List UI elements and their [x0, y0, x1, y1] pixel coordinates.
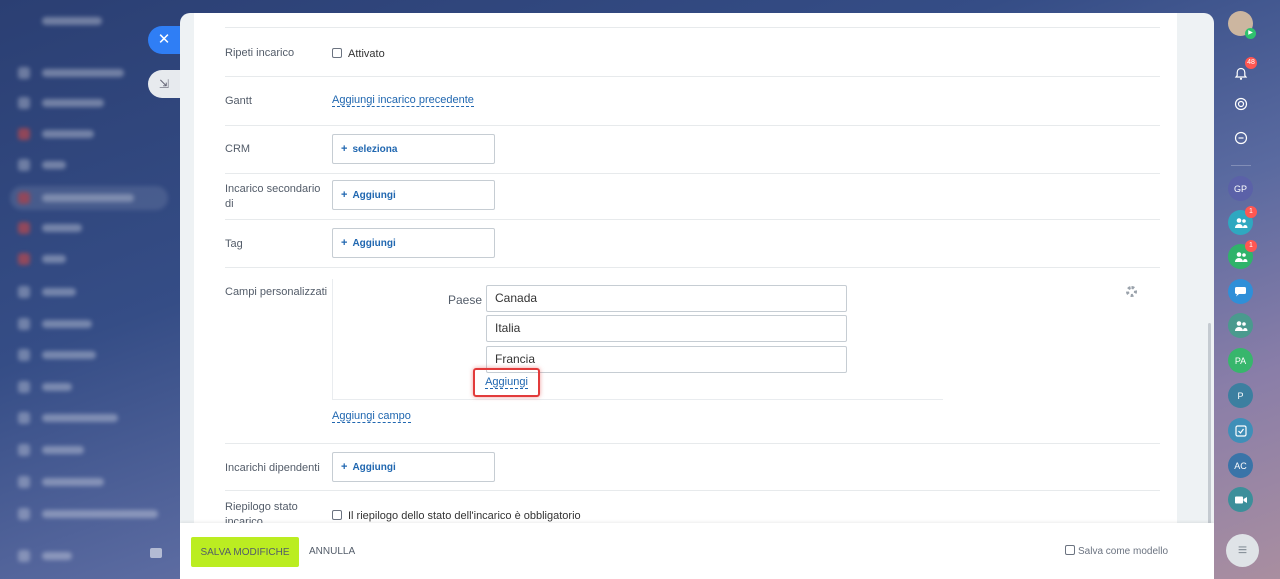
avatar-ac[interactable]: AC — [1228, 453, 1253, 478]
save-button[interactable]: SALVA MODIFICHE — [191, 537, 299, 567]
task-edit-panel: Ripeti incarico Attivato Gantt Aggiungi … — [180, 13, 1214, 579]
gantt-label: Gantt — [225, 95, 252, 107]
group1-badge: 1 — [1245, 206, 1257, 218]
save-template-checkbox-box[interactable] — [1065, 545, 1075, 555]
repeat-checkbox[interactable]: Attivato — [332, 46, 385, 60]
plus-icon: + — [341, 143, 348, 155]
tag-add-button[interactable]: + Aggiungi — [332, 228, 495, 258]
plus-icon: + — [341, 189, 348, 201]
row-gantt: Gantt Aggiungi incarico precedente — [225, 77, 1160, 126]
row-dependent: Incarichi dipendenti + Aggiungi — [225, 444, 1160, 491]
custom-fields-label: Campi personalizzati — [225, 286, 328, 298]
task-form: Ripeti incarico Attivato Gantt Aggiungi … — [194, 13, 1177, 523]
subtask-add-label: Aggiungi — [352, 189, 396, 201]
minimize-button[interactable]: ⇲ — [148, 70, 180, 98]
pulse-icon[interactable] — [1228, 91, 1253, 116]
tag-label: Tag — [225, 238, 243, 250]
top-divider — [225, 13, 1160, 28]
row-crm: CRM + seleziona — [225, 126, 1160, 174]
row-subtask: Incarico secondario di + Aggiungi — [225, 174, 1160, 220]
chat-icon[interactable] — [1228, 279, 1253, 304]
row-summary: Riepilogo stato incarico Il riepilogo de… — [225, 491, 1160, 523]
dependent-add-label: Aggiungi — [352, 461, 396, 473]
dependent-label: Incarichi dipendenti — [225, 462, 320, 474]
avatar-initials: GP — [1233, 183, 1247, 194]
group-chat-icon[interactable] — [1228, 313, 1253, 338]
scrollbar[interactable] — [1208, 323, 1211, 551]
task-chat-icon[interactable] — [1228, 418, 1253, 443]
save-template-checkbox[interactable]: Salva come modello — [1065, 545, 1168, 557]
bell-icon[interactable]: 48 — [1228, 57, 1257, 86]
play-icon: ▶ — [1245, 28, 1256, 39]
print-icon[interactable] — [150, 548, 162, 558]
add-previous-task-link[interactable]: Aggiungi incarico precedente — [332, 94, 474, 107]
search-chat-icon[interactable] — [1228, 125, 1253, 150]
country-value-input[interactable]: Francia — [486, 346, 847, 373]
summary-checkbox-box[interactable] — [332, 510, 342, 520]
save-template-label: Salva come modello — [1078, 546, 1169, 557]
subtask-label: Incarico secondario di — [225, 183, 321, 210]
crm-select-label: seleziona — [352, 143, 398, 155]
separator — [1231, 165, 1251, 166]
add-value-link[interactable]: Aggiungi — [485, 376, 528, 389]
group-chat-icon[interactable]: 1 — [1228, 206, 1257, 235]
cancel-button[interactable]: ANNULLA — [309, 546, 355, 557]
crm-label: CRM — [225, 143, 251, 155]
avatar-initials: P — [1237, 390, 1244, 401]
country-value-input[interactable]: Canada — [486, 285, 847, 312]
dependent-add-button[interactable]: + Aggiungi — [332, 452, 495, 482]
country-field-label: Paese — [448, 293, 483, 307]
right-bar: ▶ 48 GP 1 1 PA P AC — [1215, 0, 1280, 579]
add-field-link[interactable]: Aggiungi campo — [332, 410, 411, 423]
close-icon: ✕ — [157, 31, 171, 48]
footer-bar: SALVA MODIFICHE ANNULLA Salva come model… — [180, 523, 1214, 579]
tag-add-label: Aggiungi — [352, 237, 396, 249]
avatar-initials: AC — [1234, 460, 1247, 471]
row-tag: Tag + Aggiungi — [225, 220, 1160, 268]
avatar-initials: PA — [1234, 355, 1247, 366]
menu-icon[interactable]: ≡ — [1226, 534, 1259, 567]
plus-icon: + — [341, 237, 348, 249]
gear-icon[interactable] — [1126, 286, 1137, 297]
summary-checkbox[interactable]: Il riepilogo dello stato dell'incarico è… — [332, 508, 581, 522]
country-value-input[interactable]: Italia — [486, 315, 847, 342]
subtask-add-button[interactable]: + Aggiungi — [332, 180, 495, 210]
avatar-p[interactable]: P — [1228, 383, 1253, 408]
notifications-badge: 48 — [1245, 57, 1257, 69]
row-custom-fields: Campi personalizzati Paese Canada Italia… — [225, 268, 1160, 444]
add-value-highlight: Aggiungi — [473, 368, 540, 397]
row-repeat: Ripeti incarico Attivato — [225, 28, 1160, 77]
summary-checkbox-label: Il riepilogo dello stato dell'incarico è… — [348, 510, 581, 522]
repeat-checkbox-box[interactable] — [332, 48, 342, 58]
user-avatar[interactable]: ▶ — [1228, 11, 1256, 39]
crm-select-button[interactable]: + seleziona — [332, 134, 495, 164]
plus-icon: + — [341, 461, 348, 473]
minimize-icon: ⇲ — [158, 77, 170, 91]
group-chat-icon[interactable]: 1 — [1228, 240, 1257, 269]
video-call-icon[interactable] — [1228, 487, 1253, 512]
avatar-gp[interactable]: GP — [1228, 176, 1253, 201]
repeat-checkbox-label: Attivato — [348, 48, 385, 60]
close-button[interactable]: ✕ — [148, 26, 180, 54]
avatar-pa[interactable]: PA — [1228, 348, 1253, 373]
group2-badge: 1 — [1245, 240, 1257, 252]
summary-label: Riepilogo stato incarico — [225, 501, 298, 523]
repeat-label: Ripeti incarico — [225, 47, 295, 59]
